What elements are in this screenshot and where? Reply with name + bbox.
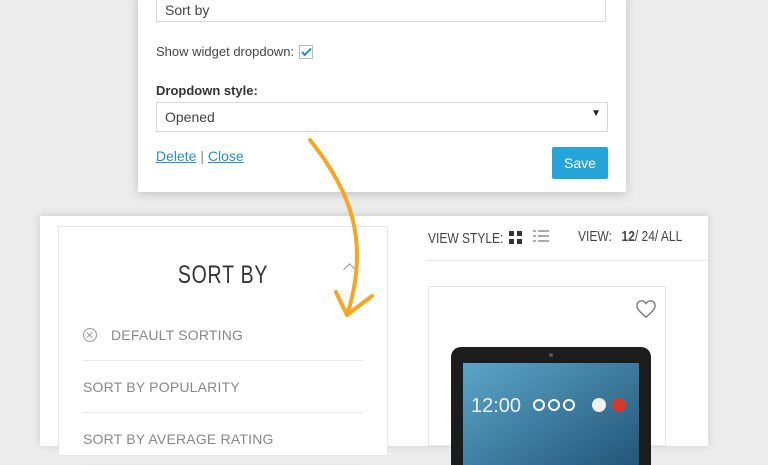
view-toolbar-divider [426,260,708,261]
product-card[interactable]: 12:00 [428,286,666,465]
sort-option-label: DEFAULT SORTING [111,326,244,343]
show-dropdown-row: Show widget dropdown: [156,44,314,59]
sort-option-label: SORT BY POPULARITY [83,378,240,395]
view-style-label: VIEW STYLE: [428,229,504,247]
delete-link[interactable]: Delete [156,148,196,164]
sort-by-title: SORT BY [177,261,269,289]
sort-by-widget: SORT BY DEFAULT SORTING SORT BY POPULARI… [58,226,388,465]
product-image: 12:00 [451,347,651,465]
list-view-icon[interactable] [533,230,549,243]
sort-option-label: SORT BY AVERAGE RATING [83,430,274,447]
view-option-all[interactable]: / ALL [655,228,682,245]
dropdown-style-label: Dropdown style: [156,83,258,98]
select-caret-icon: ▼ [591,108,601,119]
widget-settings-panel: Sort by Show widget dropdown: Dropdown s… [138,0,626,192]
widget-actions-links: Delete | Close [156,148,244,164]
dropdown-style-value: Opened [165,109,215,125]
dropdown-style-select[interactable]: Opened ▼ [156,102,608,132]
sort-option-popularity[interactable]: SORT BY POPULARITY [83,361,363,413]
remove-icon[interactable] [83,327,97,342]
tablet-clock: 12:00 [471,395,521,417]
show-dropdown-checkbox[interactable] [299,44,314,59]
view-option-24[interactable]: / 24 [635,228,655,245]
view-label: VIEW: [578,228,612,245]
save-button[interactable]: Save [552,147,608,179]
grid-view-icon[interactable] [509,231,522,244]
widget-title-input[interactable]: Sort by [156,0,606,22]
show-dropdown-label: Show widget dropdown: [156,44,295,59]
links-separator: | [200,148,204,164]
view-option-12[interactable]: 12 [622,228,635,245]
close-link[interactable]: Close [208,148,244,164]
heart-icon[interactable] [635,299,657,319]
view-count-selector: VIEW: 12/ 24/ ALL [578,228,708,245]
sort-option-default[interactable]: DEFAULT SORTING [83,309,363,361]
sort-option-rating[interactable]: SORT BY AVERAGE RATING [83,413,363,465]
